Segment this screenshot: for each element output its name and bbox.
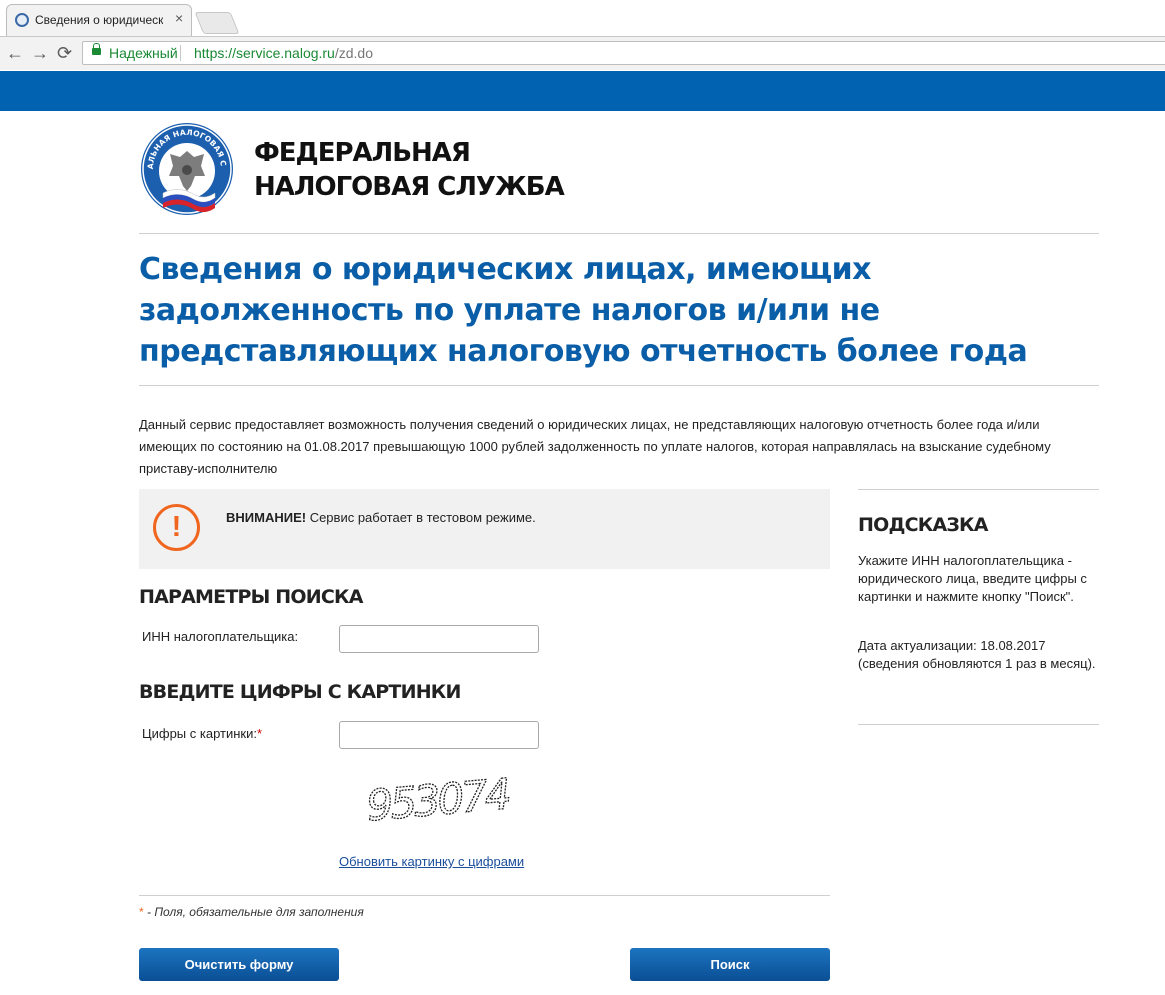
hint-title: ПОДСКАЗКА [858, 514, 988, 536]
exclamation-icon: ! [153, 504, 200, 551]
url-text[interactable]: https://service.nalog.ru/zd.do [194, 45, 373, 61]
browser-tab-strip: Сведения о юридическ × [0, 0, 1165, 37]
captcha-input[interactable] [339, 721, 539, 749]
url-host: https://service.nalog.ru [194, 45, 335, 61]
new-tab-button[interactable] [194, 12, 240, 34]
captcha-digits: 953074 [364, 770, 510, 822]
warning-message: Сервис работает в тестовом режиме. [306, 510, 536, 525]
reload-icon[interactable]: ⟳ [57, 41, 72, 65]
hint-bottom-divider [858, 724, 1099, 725]
fns-emblem-logo[interactable]: ФЕДЕРАЛЬНАЯ НАЛОГОВАЯ СЛУЖБА [139, 121, 235, 219]
warning-box: ! ВНИМАНИЕ! Сервис работает в тестовом р… [139, 489, 830, 569]
site-favicon-icon [15, 13, 29, 27]
hint-update-date: Дата актуализации: 18.08.2017 (сведения … [858, 638, 1096, 671]
captcha-label: Цифры с картинки:* [142, 726, 262, 741]
search-button[interactable]: Поиск [630, 948, 830, 981]
inn-label: ИНН налогоплательщика: [142, 629, 299, 644]
address-bar[interactable]: Надежный https://service.nalog.ru/zd.do [82, 41, 1165, 65]
warning-text: ВНИМАНИЕ! Сервис работает в тестовом реж… [226, 510, 536, 525]
required-asterisk: * [256, 726, 263, 741]
captcha-label-text: Цифры с картинки: [142, 726, 257, 741]
browser-tab[interactable]: Сведения о юридическ × [6, 4, 192, 37]
address-separator [180, 45, 181, 61]
lock-icon [92, 43, 101, 55]
hint-text: Укажите ИНН налогоплательщика - юридичес… [858, 553, 1087, 604]
clear-form-button[interactable]: Очистить форму [139, 948, 339, 981]
secure-label: Надежный [109, 45, 178, 61]
top-blue-bar [0, 71, 1165, 111]
warning-bold-label: ВНИМАНИЕ! [226, 510, 307, 525]
captcha-image: 953074 [364, 770, 512, 822]
url-path: /zd.do [334, 45, 373, 61]
service-description: Данный сервис предоставляет возможность … [139, 417, 1051, 476]
note-text: - Поля, обязательные для заполнения [143, 905, 364, 919]
forward-arrow-icon[interactable]: → [31, 41, 49, 65]
title-divider [139, 385, 1099, 386]
tab-title: Сведения о юридическ [35, 13, 163, 27]
refresh-captcha-link[interactable]: Обновить картинку с цифрами [339, 854, 524, 869]
form-divider [139, 895, 830, 896]
tab-close-icon[interactable]: × [175, 10, 183, 26]
hint-top-divider [858, 489, 1099, 490]
org-name-line-1: ФЕДЕРАЛЬНАЯ [254, 138, 471, 168]
header-divider [139, 233, 1099, 234]
inn-input[interactable] [339, 625, 539, 653]
required-fields-note: * - Поля, обязательные для заполнения [139, 905, 364, 919]
search-params-heading: ПАРАМЕТРЫ ПОИСКА [139, 586, 363, 608]
captcha-heading: ВВЕДИТЕ ЦИФРЫ С КАРТИНКИ [139, 681, 461, 703]
page-title: Сведения о юридических лицах, имеющих за… [139, 252, 1028, 369]
back-arrow-icon[interactable]: ← [6, 41, 24, 65]
org-name-line-2: НАЛОГОВАЯ СЛУЖБА [254, 172, 565, 202]
browser-toolbar: ← → ⟳ Надежный https://service.nalog.ru/… [0, 36, 1165, 70]
